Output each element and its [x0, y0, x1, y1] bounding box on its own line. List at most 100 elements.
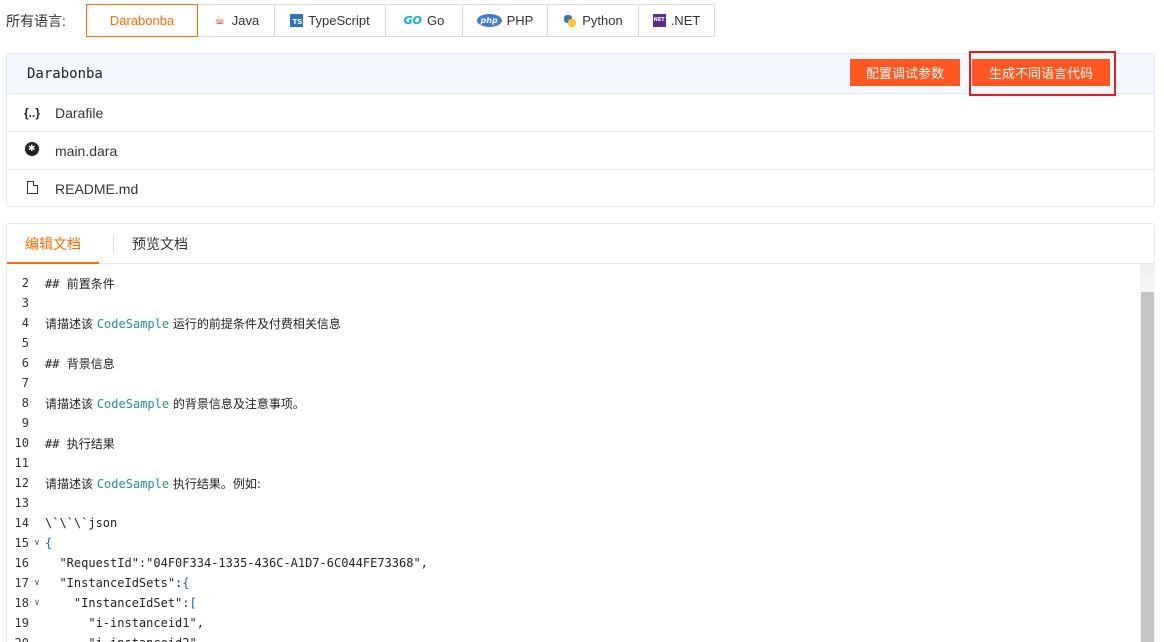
line-number: 12	[14, 476, 29, 490]
code-token: 执行结果	[66, 436, 115, 451]
code-line[interactable]: 15 ∨{	[7, 533, 1139, 553]
file-name: Darafile	[55, 104, 104, 121]
code-line[interactable]: 13	[7, 493, 1139, 513]
code-text: 请描述该 CodeSample 的背景信息及注意事项。	[45, 395, 305, 412]
file-row-readme[interactable]: README.md	[7, 170, 1154, 208]
java-icon: ☕	[214, 13, 226, 27]
braces-icon: {..}	[23, 105, 40, 120]
line-number: 8	[21, 396, 29, 410]
line-number: 19	[14, 616, 29, 630]
file-panel-header: Darabonba 配置调试参数 生成不同语言代码	[7, 51, 1154, 96]
file-row-darafile[interactable]: {..} Darafile	[7, 94, 1154, 132]
lang-tab-typescript[interactable]: TS TypeScript	[274, 4, 386, 37]
code-text: "InstanceIdSets":{	[45, 576, 190, 590]
lang-tab-go[interactable]: GO Go	[385, 4, 463, 37]
lang-tab-label: TypeScript	[308, 13, 370, 28]
line-number: 7	[21, 376, 29, 390]
code-token: 背景信息	[66, 356, 115, 371]
code-line[interactable]: 19 "i-instanceid1",	[7, 613, 1139, 633]
lang-tab-label: Go	[427, 13, 445, 28]
code-token: 执行结果。例如:	[169, 476, 261, 491]
tab-label: 编辑文档	[25, 235, 81, 252]
code-token: "i-instanceid1",	[45, 616, 204, 630]
lang-tab-darabonba[interactable]: Darabonba	[86, 4, 198, 37]
lang-tab-label: Java	[231, 13, 260, 28]
code-token: ##	[45, 356, 67, 371]
code-line[interactable]: 3	[7, 293, 1139, 313]
file-panel-title: Darabonba	[27, 65, 103, 82]
code-line[interactable]: 7	[7, 373, 1139, 393]
code-line[interactable]: 11	[7, 453, 1139, 473]
code-token: CodeSample	[96, 396, 170, 411]
code-text: "RequestId":"04F0F334-1335-436C-A1D7-6C0…	[45, 556, 428, 570]
line-number: 11	[14, 456, 29, 470]
code-line[interactable]: 14 \`\`\`json	[7, 513, 1139, 533]
line-number: 17	[14, 576, 29, 590]
line-number: 9	[21, 416, 29, 430]
lang-tab-label: Darabonba	[109, 13, 175, 28]
line-number: 6	[21, 356, 29, 370]
code-text: "i-instanceid2"	[45, 636, 196, 642]
line-number: 15	[14, 536, 29, 550]
config-debug-params-button[interactable]: 配置调试参数	[850, 59, 960, 86]
code-line[interactable]: 6 ## 背景信息	[7, 353, 1139, 373]
editor-scroll-top	[1140, 264, 1155, 274]
code-token: ##	[45, 276, 67, 291]
fold-chevron-icon[interactable]: ∨	[29, 578, 45, 588]
lang-tab-java[interactable]: ☕ Java	[197, 4, 275, 37]
go-icon: GO	[403, 14, 423, 27]
editor-tabs: 编辑文档 预览文档	[7, 224, 1154, 264]
line-number: 3	[21, 296, 29, 310]
lang-tab-label: PHP	[506, 13, 534, 28]
code-token: 请描述该	[45, 396, 97, 411]
code-token: "RequestId":"04F0F334-1335-436C-A1D7-6C0…	[45, 556, 428, 570]
code-token: "InstanceIdSet":	[45, 596, 190, 610]
code-text: ## 执行结果	[45, 435, 115, 452]
editor-scrollbar[interactable]	[1140, 274, 1155, 642]
code-token: [	[189, 596, 197, 610]
code-text: "InstanceIdSet":[	[45, 596, 197, 610]
lang-tab-dotnet[interactable]: NET .NET	[638, 4, 715, 37]
code-token: 运行的前提条件及付费相关信息	[169, 316, 341, 331]
code-text: {	[45, 536, 52, 550]
code-line[interactable]: 20 "i-instanceid2"	[7, 633, 1139, 642]
line-number: 5	[21, 336, 29, 350]
line-number: 10	[14, 436, 29, 450]
fold-chevron-icon[interactable]: ∨	[29, 598, 45, 608]
code-editor[interactable]: 2 ## 前置条件 3 4 请描述该 CodeSample 运行的前提条件及付费相关信息…	[7, 273, 1139, 642]
code-line[interactable]: 12 请描述该 CodeSample 执行结果。例如:	[7, 473, 1139, 493]
code-token: \`\`\`json	[45, 516, 118, 530]
code-text: ## 背景信息	[45, 355, 115, 372]
code-line[interactable]: 8 请描述该 CodeSample 的背景信息及注意事项。	[7, 393, 1139, 413]
file-name: README.md	[55, 181, 139, 197]
code-token: {	[182, 576, 190, 590]
tab-edit-doc[interactable]: 编辑文档	[7, 224, 99, 264]
tab-divider	[113, 233, 114, 254]
generate-code-button[interactable]: 生成不同语言代码	[972, 59, 1110, 86]
code-token: 请描述该	[45, 476, 97, 491]
code-line[interactable]: 9	[7, 413, 1139, 433]
line-number: 20	[7, 636, 29, 642]
code-line[interactable]: 2 ## 前置条件	[7, 273, 1139, 293]
code-line[interactable]: 4 请描述该 CodeSample 运行的前提条件及付费相关信息	[7, 313, 1139, 333]
line-number: 4	[21, 316, 29, 330]
code-line[interactable]: 17 ∨ "InstanceIdSets":{	[7, 573, 1139, 593]
code-line[interactable]: 10 ## 执行结果	[7, 433, 1139, 453]
code-line[interactable]: 16 "RequestId":"04F0F334-1335-436C-A1D7-…	[7, 553, 1139, 573]
lang-tab-php[interactable]: php PHP	[462, 4, 548, 37]
php-icon: php	[476, 14, 502, 27]
file-row-main-dara[interactable]: main.dara	[7, 132, 1154, 170]
code-token: "InstanceIdSets":	[45, 576, 183, 590]
dara-file-icon	[25, 142, 39, 156]
language-bar: 所有语言: Darabonba ☕ Java TS TypeScript GO …	[0, 4, 715, 37]
line-number: 2	[21, 276, 29, 290]
code-line[interactable]: 5	[7, 333, 1139, 353]
scrollbar-thumb[interactable]	[1141, 292, 1154, 642]
line-number: 16	[14, 556, 29, 570]
lang-tab-python[interactable]: Python	[547, 4, 639, 37]
line-number: 13	[14, 496, 29, 510]
tab-preview-doc[interactable]: 预览文档	[128, 224, 206, 263]
typescript-icon: TS	[290, 14, 304, 27]
fold-chevron-icon[interactable]: ∨	[29, 538, 45, 548]
code-line[interactable]: 18 ∨ "InstanceIdSet":[	[7, 593, 1139, 613]
